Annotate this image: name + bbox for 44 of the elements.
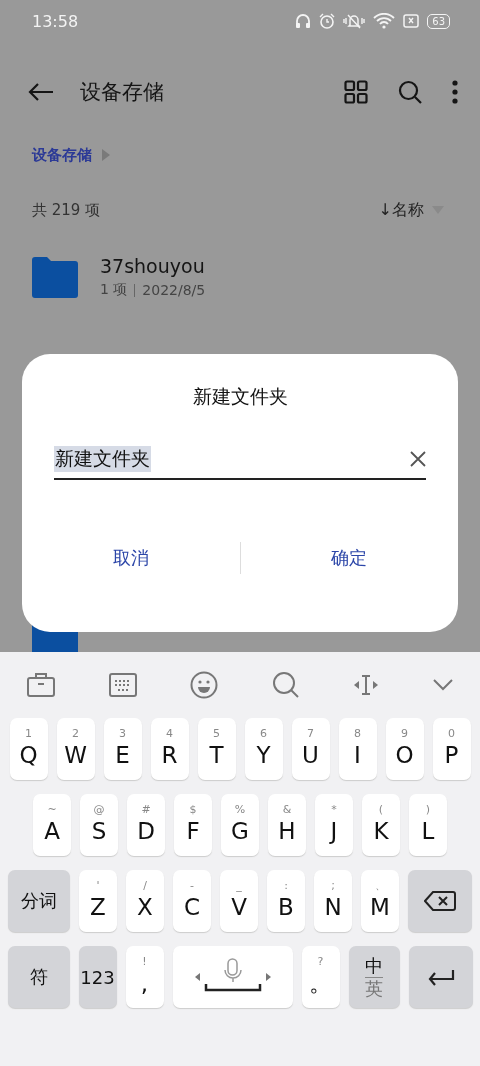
keyboard-key[interactable]: 8 I (338, 718, 377, 780)
keyboard-key[interactable]: 1 Q (9, 718, 48, 780)
keyboard-key[interactable]: ( K (362, 794, 400, 856)
keyboard-key[interactable]: 分词 (8, 870, 70, 932)
dialog-button[interactable]: 取消 (22, 538, 240, 578)
keyboard-key[interactable]: - C (173, 870, 211, 932)
keyboard-key[interactable]: ~ A (33, 794, 71, 856)
keyboard-key[interactable]: 2 W (56, 718, 95, 780)
keyboard-key[interactable]: ; N (314, 870, 352, 932)
dialog-button[interactable]: 确定 (240, 538, 458, 578)
keyboard-key[interactable]: 0 P (432, 718, 471, 780)
keyboard-key[interactable]: & H (268, 794, 306, 856)
page-title: 设备存储 (80, 79, 165, 106)
dialog-title: 新建文件夹 (191, 384, 289, 409)
keyboard-key[interactable]: 3 E (103, 718, 142, 780)
folder-name[interactable]: 37shouyou (100, 255, 206, 277)
keyboard-key[interactable]: 5 T (197, 718, 236, 780)
keyboard-key[interactable]: * J (315, 794, 353, 856)
keyboard-key[interactable]: : B (267, 870, 305, 932)
item-count: 共 219 项 (32, 200, 101, 220)
sort-button[interactable]: ↓名称 (378, 199, 424, 221)
keyboard-key[interactable]: @ S (80, 794, 118, 856)
keyboard-key[interactable]: $ F (174, 794, 212, 856)
keyboard-key[interactable]: ' Z (79, 870, 117, 932)
keyboard-key[interactable]: 、 M (361, 870, 399, 932)
keyboard-key[interactable]: ? 。 (301, 946, 340, 1008)
keyboard-key[interactable]: # D (127, 794, 165, 856)
language-key[interactable]: 中 英 (348, 946, 400, 1008)
keyboard-key[interactable]: ! , (125, 946, 164, 1008)
battery-level: 63 (427, 13, 450, 29)
keyboard-key[interactable]: / X (126, 870, 164, 932)
keyboard-key[interactable]: 6 Y (244, 718, 283, 780)
keyboard-key[interactable]: 符 (7, 946, 70, 1008)
keyboard-key[interactable]: % G (221, 794, 259, 856)
status-time: 13:58 (32, 11, 79, 31)
folder-name-field[interactable]: 新建文件夹 (54, 444, 426, 480)
folder-meta: 1 项 (100, 281, 128, 299)
keyboard-key[interactable]: 7 U (291, 718, 330, 780)
keyboard-key[interactable]: 4 R (150, 718, 189, 780)
folder-meta: 2022/8/5 (142, 282, 206, 298)
keyboard-key[interactable]: 123 (78, 946, 117, 1008)
keyboard-key[interactable]: _ V (220, 870, 258, 932)
keyboard-key[interactable]: 9 O (385, 718, 424, 780)
keyboard-key[interactable]: ) L (409, 794, 447, 856)
